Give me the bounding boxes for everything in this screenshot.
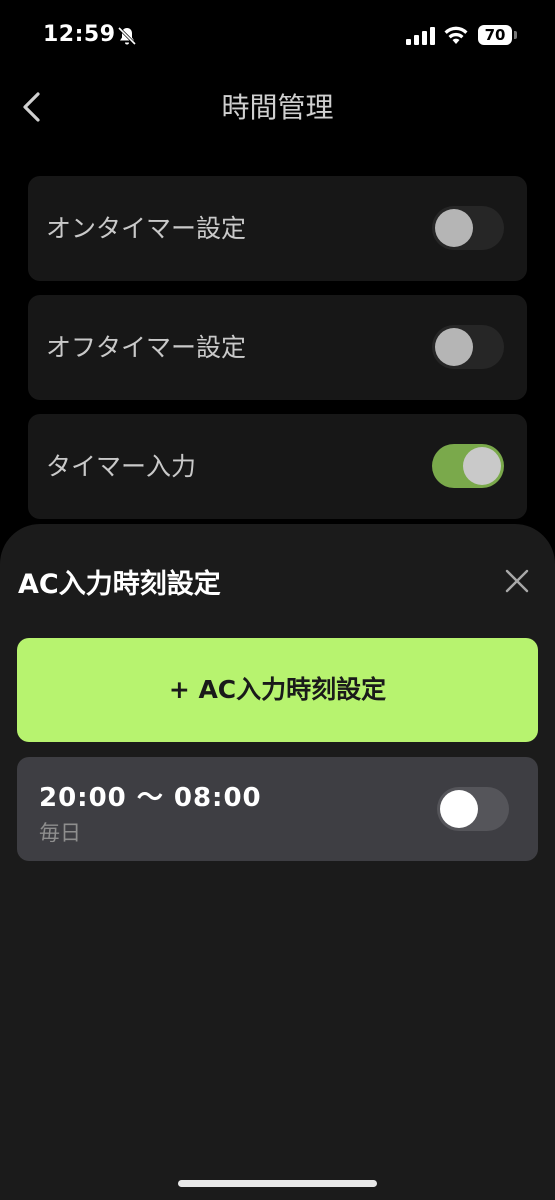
schedule-time-range: 20:00 〜 08:00 xyxy=(39,783,262,813)
ac-input-time-sheet: AC入力時刻設定 + AC入力時刻設定 20:00 〜 08:00 毎日 xyxy=(0,524,555,1200)
toggle-knob xyxy=(435,209,473,247)
status-time: 12:59 xyxy=(43,22,116,47)
battery-icon: 70 xyxy=(478,25,512,45)
status-bar: 12:59 70 xyxy=(0,0,555,72)
toggle-knob xyxy=(435,328,473,366)
timer-input-label: タイマー入力 xyxy=(46,452,197,481)
add-ac-input-time-button[interactable]: + AC入力時刻設定 xyxy=(17,638,538,742)
battery-tip xyxy=(514,31,517,39)
bell-slash-icon xyxy=(117,26,137,46)
schedule-toggle[interactable] xyxy=(437,787,509,831)
off-timer-setting-row: オフタイマー設定 xyxy=(28,295,527,400)
signal-icon xyxy=(406,27,435,45)
close-icon[interactable] xyxy=(504,568,530,594)
page-title: 時間管理 xyxy=(221,91,334,124)
schedule-item[interactable]: 20:00 〜 08:00 毎日 xyxy=(17,757,538,861)
toggle-knob xyxy=(440,790,478,828)
timer-input-setting-row: タイマー入力 xyxy=(28,414,527,519)
schedule-repeat: 毎日 xyxy=(39,821,81,845)
off-timer-label: オフタイマー設定 xyxy=(46,333,247,362)
on-timer-label: オンタイマー設定 xyxy=(46,214,247,243)
wifi-icon xyxy=(444,26,468,44)
timer-input-toggle[interactable] xyxy=(432,444,504,488)
on-timer-setting-row: オンタイマー設定 xyxy=(28,176,527,281)
toggle-knob xyxy=(463,447,501,485)
home-indicator xyxy=(178,1180,377,1187)
on-timer-toggle[interactable] xyxy=(432,206,504,250)
off-timer-toggle[interactable] xyxy=(432,325,504,369)
sheet-title: AC入力時刻設定 xyxy=(18,569,221,600)
